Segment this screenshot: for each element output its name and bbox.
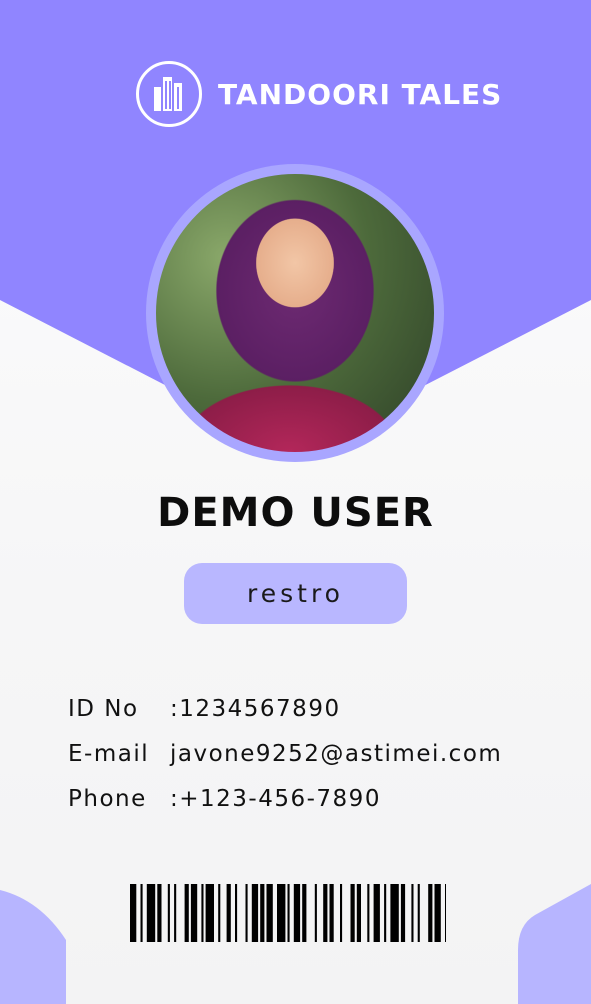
right-corner-shape <box>518 884 591 1004</box>
barcode-bar <box>356 884 361 942</box>
detail-label: Phone <box>68 785 147 812</box>
barcode-bar <box>329 884 334 942</box>
detail-label: ID No <box>68 695 139 722</box>
detail-label: E-mail <box>68 740 150 767</box>
barcode-bar <box>302 884 307 942</box>
barcode-bar <box>287 884 290 942</box>
barcode-bar <box>384 884 387 942</box>
barcode-bar <box>314 884 317 942</box>
detail-row-email: E-mail javone9252@astimei.com <box>68 731 502 776</box>
barcode-bar <box>201 884 204 942</box>
barcode-bar <box>445 884 446 942</box>
barcode-bar <box>277 884 286 942</box>
brand-name: TANDOORI TALES <box>218 77 503 111</box>
barcode-bar <box>167 884 170 942</box>
detail-row-id: ID No :1234567890 <box>68 686 502 731</box>
barcode-bar <box>260 884 265 942</box>
role-badge: restro <box>184 563 407 624</box>
details-list: ID No :1234567890 E-mail javone9252@asti… <box>68 686 502 821</box>
detail-value: javone9252@astimei.com <box>170 740 503 767</box>
profile-photo-frame <box>146 164 444 462</box>
barcode-bar <box>373 884 380 942</box>
barcode-bar <box>235 884 238 942</box>
barcode <box>130 884 446 942</box>
left-corner-shape <box>0 890 66 1004</box>
barcode-bar <box>174 884 177 942</box>
barcode-bar <box>218 884 221 942</box>
barcode-bar <box>157 884 162 942</box>
barcode-bar <box>140 884 143 942</box>
detail-value: :+123-456-7890 <box>170 785 381 812</box>
barcode-bar <box>184 884 189 942</box>
barcode-bar <box>205 884 214 942</box>
detail-row-phone: Phone :+123-456-7890 <box>68 776 502 821</box>
barcode-bar <box>390 884 399 942</box>
buildings-icon <box>136 61 202 127</box>
profile-photo <box>156 174 434 452</box>
barcode-bar <box>434 884 441 942</box>
detail-value: :1234567890 <box>170 695 341 722</box>
barcode-bar <box>411 884 414 942</box>
barcode-bar <box>367 884 370 942</box>
barcode-bar <box>146 884 156 942</box>
barcode-bar <box>350 884 355 942</box>
barcode-bar <box>226 884 231 942</box>
barcode-bar <box>251 884 259 942</box>
id-card: TANDOORI TALES DEMO USER restro ID No :1… <box>0 0 591 1004</box>
barcode-bar <box>323 884 328 942</box>
barcode-bar <box>245 884 248 942</box>
brand-header: TANDOORI TALES <box>136 58 502 130</box>
user-name: DEMO USER <box>157 490 434 536</box>
barcode-bar <box>130 884 137 942</box>
barcode-bar <box>293 884 301 942</box>
barcode-bar <box>266 884 273 942</box>
barcode-bar <box>417 884 420 942</box>
barcode-bar <box>340 884 343 942</box>
barcode-bar <box>428 884 433 942</box>
barcode-bar <box>400 884 406 942</box>
barcode-bar <box>190 884 198 942</box>
